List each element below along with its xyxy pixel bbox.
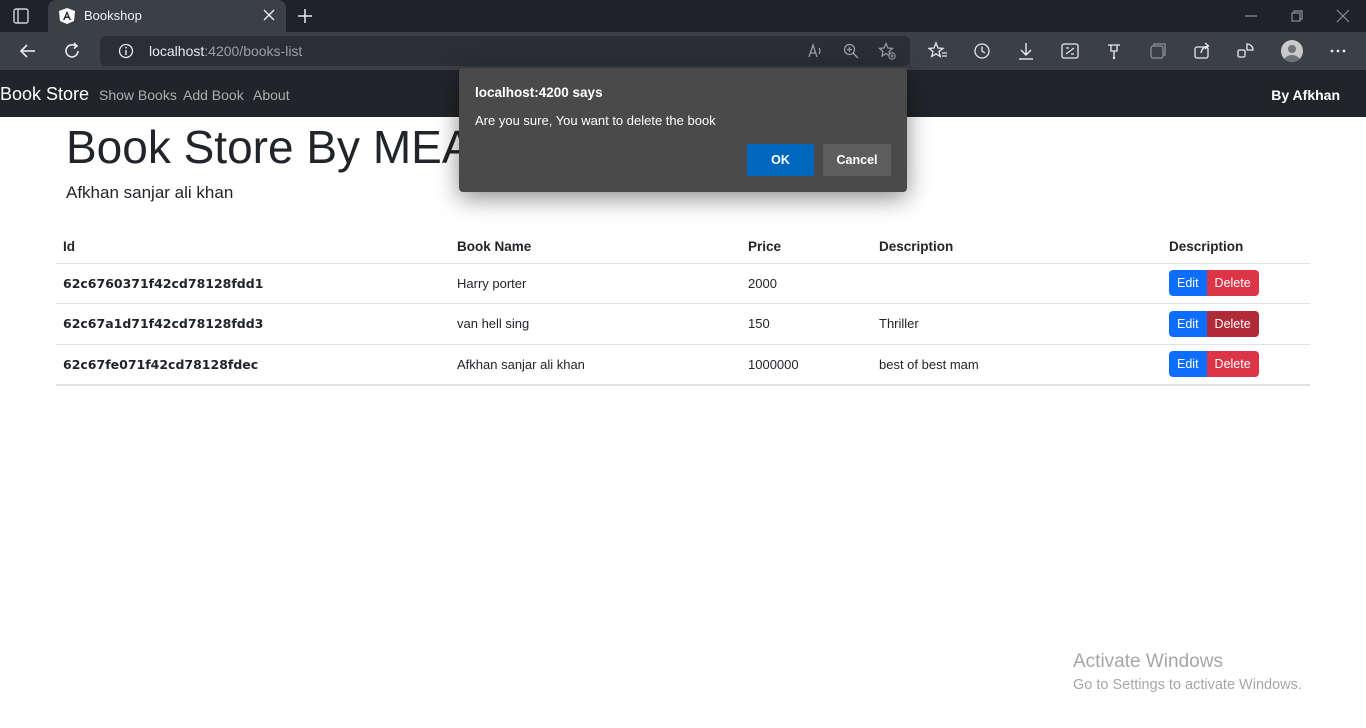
navbar-author: By Afkhan	[1271, 87, 1340, 103]
book-price: 2000	[741, 263, 872, 304]
profile-icon[interactable]	[1281, 40, 1303, 62]
url-text: localhost:4200/books-list	[149, 43, 302, 59]
browser-tab-bar: Bookshop	[0, 0, 1366, 32]
table-row: 62c6760371f42cd78128fdd1 Harry porter 20…	[56, 263, 1310, 304]
tab-actions-icon[interactable]	[12, 7, 30, 25]
book-price: 150	[741, 303, 872, 345]
url-host: localhost	[149, 43, 205, 59]
row-actions: Edit Delete	[1162, 303, 1310, 345]
extensions-icon[interactable]	[1104, 41, 1124, 61]
ok-button[interactable]: OK	[747, 144, 814, 176]
collections-icon[interactable]	[1148, 41, 1168, 61]
delete-button[interactable]: Delete	[1206, 351, 1259, 377]
downloads-icon[interactable]	[1016, 41, 1036, 61]
read-aloud-icon[interactable]	[806, 42, 824, 60]
site-info-icon[interactable]	[118, 43, 134, 59]
dialog-title: localhost:4200 says	[475, 85, 603, 100]
back-icon[interactable]	[18, 41, 38, 61]
header-actions: Description	[1162, 231, 1310, 264]
page-title: Book Store By MEAN	[66, 121, 506, 173]
restore-icon[interactable]	[1289, 8, 1305, 24]
watermark-subtitle: Go to Settings to activate Windows.	[1073, 677, 1302, 693]
confirm-dialog: localhost:4200 says Are you sure, You wa…	[459, 68, 907, 192]
new-tab-icon[interactable]	[296, 7, 314, 25]
window-close-icon[interactable]	[1335, 8, 1351, 24]
edit-button[interactable]: Edit	[1169, 270, 1207, 297]
edit-button[interactable]: Edit	[1169, 310, 1207, 337]
delete-button[interactable]: Delete	[1206, 270, 1259, 297]
zoom-icon[interactable]	[842, 42, 860, 60]
favorites-icon[interactable]	[928, 41, 948, 61]
book-price: 1000000	[741, 344, 872, 386]
books-table: Id Book Name Price Description Descripti…	[56, 231, 1310, 386]
refresh-icon[interactable]	[62, 41, 82, 61]
url-path: :4200/books-list	[204, 43, 303, 59]
history-icon[interactable]	[972, 41, 992, 61]
row-actions: Edit Delete	[1162, 263, 1310, 304]
performance-icon[interactable]	[1236, 41, 1256, 61]
table-row: 62c67fe071f42cd78128fdec Afkhan sanjar a…	[56, 344, 1310, 386]
edit-button[interactable]: Edit	[1169, 351, 1207, 377]
nav-link-show-books[interactable]: Show Books	[99, 87, 177, 103]
book-id: 62c67fe071f42cd78128fdec	[56, 344, 450, 386]
book-name: Afkhan sanjar ali khan	[450, 344, 741, 386]
book-description	[872, 263, 1162, 304]
url-field[interactable]: localhost:4200/books-list	[100, 36, 910, 66]
header-description: Description	[872, 231, 1162, 264]
nav-link-about[interactable]: About	[253, 87, 290, 103]
web-capture-icon[interactable]	[1060, 41, 1080, 61]
navbar-brand[interactable]: Book Store	[0, 84, 89, 105]
book-name: Harry porter	[450, 263, 741, 304]
book-id: 62c6760371f42cd78128fdd1	[56, 263, 450, 304]
minimize-icon[interactable]	[1243, 8, 1259, 24]
close-tab-icon[interactable]	[262, 8, 276, 22]
header-book-name: Book Name	[450, 231, 741, 264]
dialog-message: Are you sure, You want to delete the boo…	[475, 113, 716, 128]
page-subtitle: Afkhan sanjar ali khan	[66, 183, 234, 202]
watermark-title: Activate Windows	[1073, 651, 1223, 672]
header-price: Price	[741, 231, 872, 264]
share-icon[interactable]	[1192, 41, 1212, 61]
table-header-row: Id Book Name Price Description Descripti…	[56, 231, 1310, 264]
angular-favicon-icon	[59, 8, 75, 24]
book-description: best of best mam	[872, 344, 1162, 386]
delete-button[interactable]: Delete	[1206, 310, 1259, 337]
row-actions: Edit Delete	[1162, 344, 1310, 386]
cancel-button[interactable]: Cancel	[823, 144, 891, 176]
add-favorite-icon[interactable]	[878, 42, 896, 60]
more-icon[interactable]	[1328, 41, 1348, 61]
table-row: 62c67a1d71f42cd78128fdd3 van hell sing 1…	[56, 303, 1310, 345]
header-id: Id	[56, 231, 450, 264]
book-name: van hell sing	[450, 303, 741, 345]
book-id: 62c67a1d71f42cd78128fdd3	[56, 303, 450, 345]
browser-address-bar: localhost:4200/books-list	[0, 32, 1366, 70]
nav-link-add-book[interactable]: Add Book	[183, 87, 244, 103]
book-description: Thriller	[872, 303, 1162, 345]
tab-title: Bookshop	[84, 8, 142, 23]
browser-tab-active[interactable]: Bookshop	[48, 0, 286, 32]
